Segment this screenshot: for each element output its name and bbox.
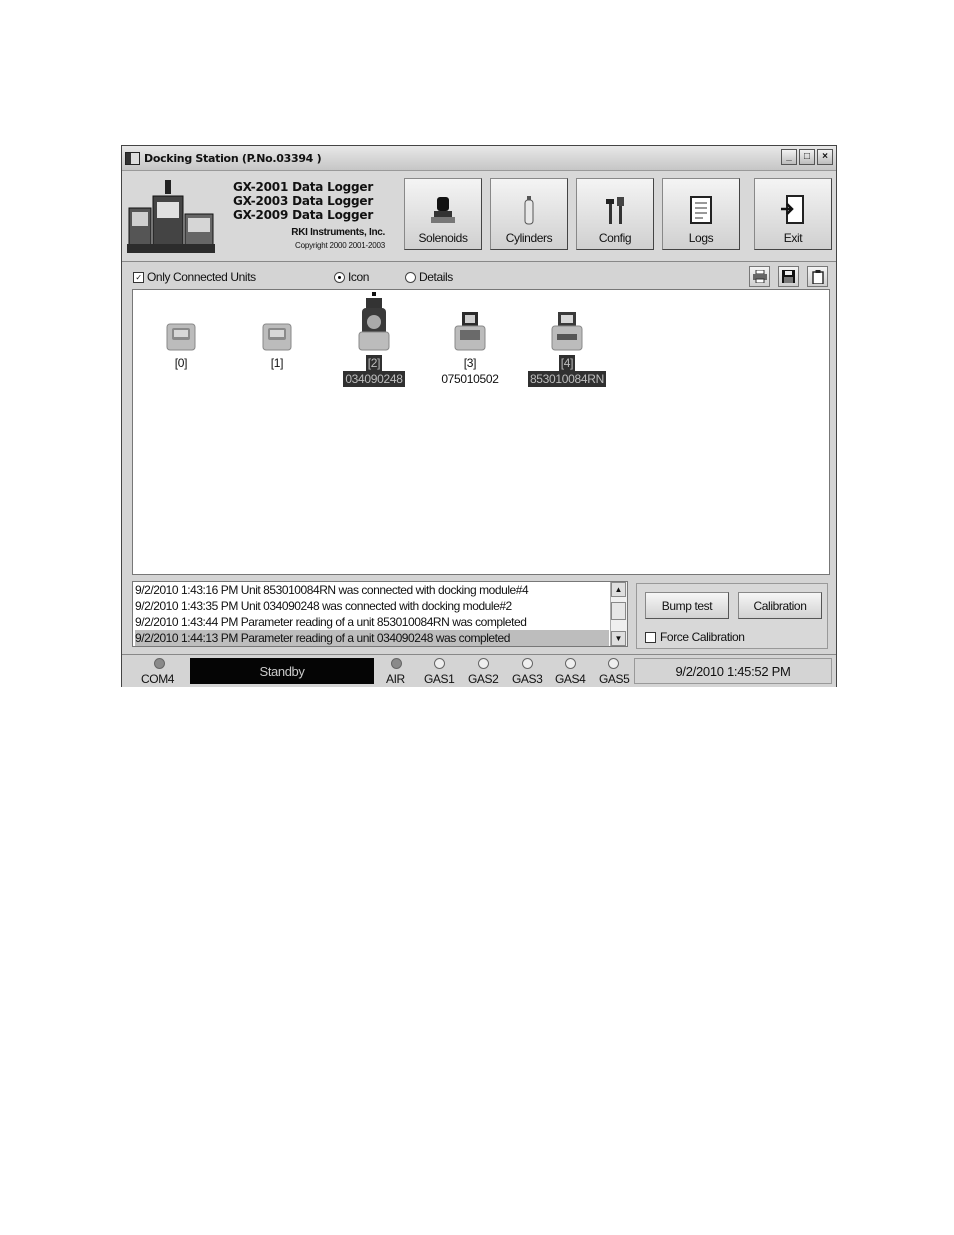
product-lines: GX-2001 Data Logger GX-2003 Data Logger … [233, 180, 373, 222]
log-entry[interactable]: 9/2/2010 1:43:35 PM Unit 034090248 was c… [135, 598, 609, 614]
clipboard-button[interactable] [807, 266, 828, 287]
print-button[interactable] [749, 266, 770, 287]
title-bar[interactable]: Docking Station (P.No.03394 ) _ □ × [122, 146, 836, 171]
close-button[interactable]: × [817, 149, 833, 165]
tools-icon [606, 197, 624, 224]
maximize-button[interactable]: □ [799, 149, 815, 165]
radio-selected-icon [334, 271, 345, 283]
docking-module-icon [166, 323, 196, 351]
view-icon-label: Icon [348, 270, 370, 284]
bump-test-button[interactable]: Bump test [645, 592, 729, 619]
unit-slot-0[interactable]: [0] [141, 316, 221, 371]
gx2001-instrument-icon [358, 292, 390, 351]
config-label: Config [598, 231, 632, 245]
unit-slot-number: [1] [270, 356, 284, 370]
current-datetime: 9/2/2010 1:45:52 PM [634, 658, 832, 684]
air-led-icon [391, 658, 402, 669]
log-scrollbar[interactable]: ▲ ▼ [610, 582, 627, 646]
gx2009-instrument-icon [551, 312, 583, 351]
station-state-display: Standby [190, 658, 374, 684]
docking-module-icon [262, 323, 292, 351]
save-icon [782, 270, 795, 283]
product-line: GX-2001 Data Logger [233, 180, 374, 194]
clipboard-icon [811, 269, 824, 284]
gas1-led-icon [434, 658, 445, 669]
logs-button[interactable]: Logs [662, 178, 740, 250]
air-label: AIR [386, 672, 405, 686]
unit-slot-number: [2] [365, 355, 383, 371]
window-title: Docking Station (P.No.03394 ) [144, 151, 322, 165]
gx2003-instrument-icon [454, 312, 486, 351]
gas2-led-icon [478, 658, 489, 669]
gas5-led-icon [608, 658, 619, 669]
exit-button[interactable]: Exit [754, 178, 832, 250]
gas3-led-icon [522, 658, 533, 669]
gas4-label: GAS4 [555, 672, 586, 686]
test-actions-panel: Bump test Calibration Force Calibration [636, 583, 828, 649]
force-calibration-label: Force Calibration [660, 630, 745, 644]
log-entry-selected[interactable]: 9/2/2010 1:44:13 PM Parameter reading of… [135, 630, 609, 646]
copyright-text: Copyright 2000 2001-2003 [295, 241, 385, 250]
log-entry[interactable]: 9/2/2010 1:43:44 PM Parameter reading of… [135, 614, 609, 630]
unit-slot-1[interactable]: [1] [237, 316, 317, 371]
print-icon [752, 270, 767, 283]
product-line: GX-2003 Data Logger [233, 194, 374, 208]
exit-label: Exit [783, 231, 803, 245]
unit-serial-number: 075010502 [441, 372, 499, 386]
logs-label: Logs [688, 231, 714, 245]
log-entry[interactable]: 9/2/2010 1:43:16 PM Unit 853010084RN was… [135, 582, 609, 598]
only-connected-checkbox[interactable]: ✓ Only Connected Units [133, 270, 256, 284]
unit-serial-number: 853010084RN [527, 371, 607, 387]
gas3-label: GAS3 [512, 672, 543, 686]
header-panel: GX-2001 Data Logger GX-2003 Data Logger … [122, 171, 836, 262]
cylinders-label: Cylinders [505, 231, 553, 245]
solenoids-button[interactable]: Solenoids [404, 178, 482, 250]
only-connected-label: Only Connected Units [147, 270, 256, 284]
gas5-label: GAS5 [599, 672, 630, 686]
unit-slot-2[interactable]: [2] 034090248 [334, 292, 414, 387]
view-details-radio[interactable]: Details [405, 270, 453, 284]
unit-slot-number: [0] [174, 356, 188, 370]
product-line: GX-2009 Data Logger [233, 208, 374, 222]
force-calibration-checkbox[interactable]: Force Calibration [645, 630, 745, 644]
cylinders-button[interactable]: Cylinders [490, 178, 568, 250]
company-name: RKI Instruments, Inc. [291, 227, 385, 238]
calibration-button[interactable]: Calibration [738, 592, 822, 619]
gas2-label: GAS2 [468, 672, 499, 686]
solenoid-icon [431, 197, 455, 223]
connected-units-panel: [0] [1] [2] 034090248 [3] 075010502 [4] … [132, 289, 830, 575]
scroll-up-icon[interactable]: ▲ [611, 582, 626, 597]
config-button[interactable]: Config [576, 178, 654, 250]
docking-station-window: Docking Station (P.No.03394 ) _ □ × GX-2… [121, 145, 837, 687]
cylinder-icon [524, 196, 534, 225]
view-details-label: Details [419, 270, 453, 284]
unit-slot-number: [4] [558, 355, 576, 371]
scroll-thumb[interactable] [611, 602, 626, 620]
window-controls: _ □ × [781, 149, 833, 165]
com-port-label: COM4 [141, 672, 175, 686]
exit-door-icon [781, 195, 804, 224]
solenoids-label: Solenoids [418, 231, 468, 245]
options-bar: ✓ Only Connected Units Icon Details [122, 263, 836, 289]
unit-serial-number: 034090248 [343, 371, 405, 387]
gas4-led-icon [565, 658, 576, 669]
unit-slot-4[interactable]: [4] 853010084RN [527, 310, 607, 387]
minimize-button[interactable]: _ [781, 149, 797, 165]
log-book-icon [690, 196, 712, 224]
unit-slot-number: [3] [463, 356, 477, 370]
app-icon [125, 151, 140, 165]
radio-unselected-icon [405, 271, 416, 283]
view-icon-radio[interactable]: Icon [334, 270, 369, 284]
checkbox-unchecked-icon [645, 631, 656, 643]
event-log-list[interactable]: 9/2/2010 1:43:16 PM Unit 853010084RN was… [132, 581, 628, 647]
unit-slot-3[interactable]: [3] 075010502 [430, 310, 510, 387]
gas1-label: GAS1 [424, 672, 455, 686]
scroll-down-icon[interactable]: ▼ [611, 631, 626, 646]
checkbox-checked-icon: ✓ [133, 271, 144, 283]
save-button[interactable] [778, 266, 799, 287]
status-bar: COM4 Standby AIR GAS1 GAS2 GAS3 GAS4 GAS… [122, 654, 836, 687]
com-port-led-icon [154, 658, 165, 669]
docking-station-logo [127, 180, 215, 253]
